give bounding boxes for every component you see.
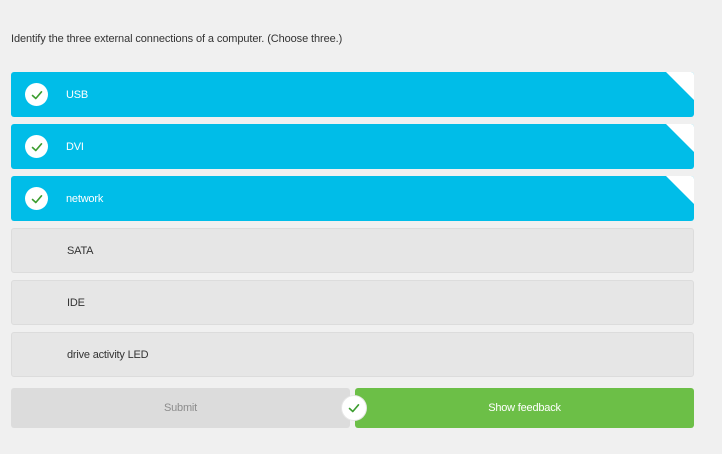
option-network[interactable]: network [11, 176, 694, 221]
check-icon [25, 135, 48, 158]
option-dvi[interactable]: DVI [11, 124, 694, 169]
option-usb[interactable]: USB [11, 72, 694, 117]
check-icon [25, 83, 48, 106]
option-ide[interactable]: IDE [11, 280, 694, 325]
option-label: SATA [67, 244, 94, 257]
option-label: network [66, 192, 104, 205]
option-label: drive activity LED [67, 348, 149, 361]
option-label: DVI [66, 140, 84, 153]
option-sata[interactable]: SATA [11, 228, 694, 273]
selected-corner-icon [666, 176, 694, 204]
option-label: IDE [67, 296, 85, 309]
options-list: USB DVI network SATA IDE drive activity … [11, 72, 694, 384]
selected-corner-icon [666, 72, 694, 100]
submit-button[interactable]: Submit [11, 388, 350, 428]
show-feedback-button[interactable]: Show feedback [355, 388, 694, 428]
selected-corner-icon [666, 124, 694, 152]
option-drive-activity-led[interactable]: drive activity LED [11, 332, 694, 377]
option-label: USB [66, 88, 89, 101]
check-icon [342, 396, 366, 420]
action-bar: Submit Show feedback [11, 388, 694, 428]
question-text: Identify the three external connections … [11, 33, 343, 45]
check-icon [25, 187, 48, 210]
